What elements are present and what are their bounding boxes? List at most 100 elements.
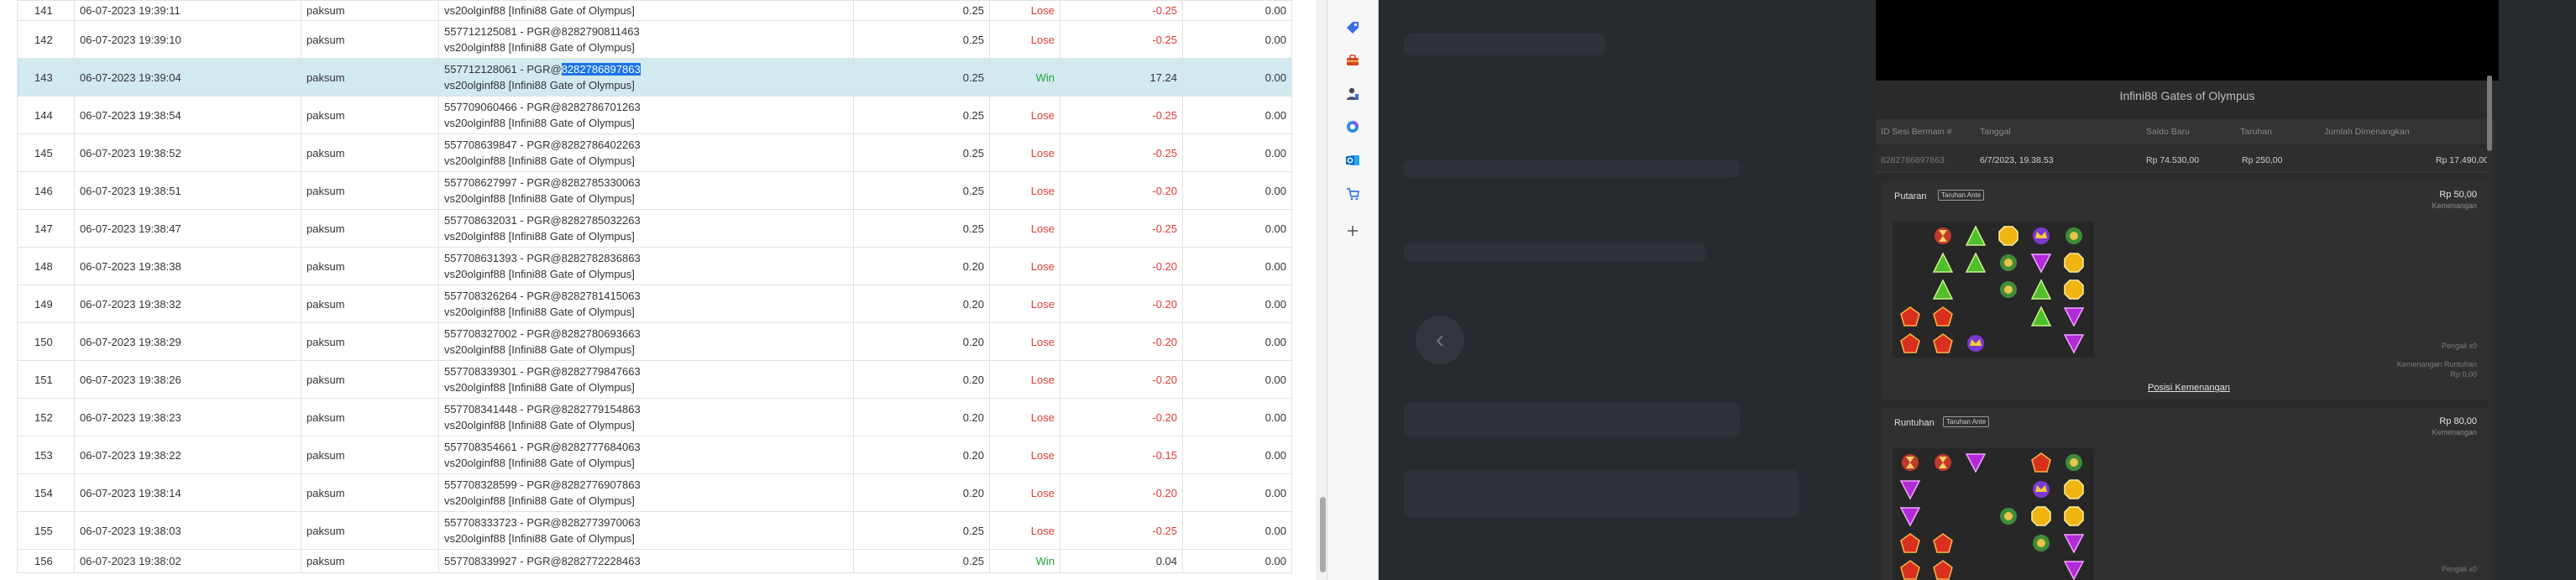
add-icon[interactable]: [1343, 222, 1362, 240]
row-description[interactable]: 557708631393 - PGR@8282782836863 vs20olgi…: [438, 247, 854, 285]
table-row[interactable]: 141 06-07-2023 19:39:11 paksum vs20olginf88…: [17, 0, 1292, 21]
blurred-background-block: [1404, 403, 1740, 436]
row-description[interactable]: vs20olginf88 [Infini88 Gate of Olympus]: [438, 0, 854, 21]
table-row[interactable]: 142 06-07-2023 19:39:10 paksum 557712125081…: [17, 20, 1292, 59]
ante-bet-badge: Taruhan Ante: [1938, 190, 1985, 201]
row-bet: 0.25: [853, 133, 990, 172]
row-bet: 0.25: [853, 58, 990, 97]
row-username: paksum: [301, 322, 439, 361]
table-row[interactable]: 148 06-07-2023 19:38:38 paksum 557708631393…: [17, 247, 1292, 285]
gem-symbol-icon: [1930, 557, 1956, 580]
row-description[interactable]: 557708639847 - PGR@8282786402263 vs20olgi…: [438, 133, 854, 172]
tx-id-line: 557708632031 - PGR@8282785032263: [444, 214, 641, 227]
table-scrollbar-thumb[interactable]: [1320, 497, 1326, 572]
row-bet: 0.25: [853, 20, 990, 59]
gem-symbol-icon: [1996, 504, 2021, 529]
row-bet: 0.25: [853, 171, 990, 210]
gem-symbol-icon: [1898, 331, 1923, 356]
column-date: Tanggal: [1980, 127, 2011, 137]
row-number: 153: [17, 436, 75, 474]
row-date: 06-07-2023 19:38:47: [74, 209, 301, 248]
row-win-loss: -0.25: [1060, 511, 1183, 550]
row-balance: 0.00: [1182, 473, 1292, 512]
row-bet: 0.25: [853, 511, 990, 550]
table-row[interactable]: 151 06-07-2023 19:38:26 paksum 557708339301…: [17, 360, 1292, 399]
game-name-line: vs20olginf88 [Infini88 Gate of Olympus]: [444, 419, 635, 431]
modal-scrollbar-thumb[interactable]: [2487, 76, 2492, 151]
row-description[interactable]: 557709060466 - PGR@8282786701263 vs20olgi…: [438, 96, 854, 134]
table-scrollbar[interactable]: [1317, 0, 1327, 580]
table-row[interactable]: 153 06-07-2023 19:38:22 paksum 557708354661…: [17, 436, 1292, 474]
game-name-line: vs20olginf88 [Infini88 Gate of Olympus]: [444, 494, 635, 507]
gem-symbol-icon: [2029, 504, 2054, 529]
row-date: 06-07-2023 19:38:29: [74, 322, 301, 361]
tx-id-line: 557708639847 - PGR@8282786402263: [444, 138, 641, 151]
table-row[interactable]: 143 06-07-2023 19:39:04 paksum 557712128061…: [17, 58, 1292, 97]
tx-id-line: 557712125081 - PGR@8282790811463: [444, 25, 640, 38]
game-name-line: vs20olginf88 [Infini88 Gate of Olympus]: [444, 343, 635, 356]
toolbox-icon[interactable]: [1343, 51, 1362, 70]
symbol-grid: [1893, 448, 2094, 580]
table-row[interactable]: 156 06-07-2023 19:38:02 paksum 557708339927…: [17, 549, 1292, 573]
tx-id-line: 557712128061 - PGR@8282786897863: [444, 61, 848, 77]
previous-button[interactable]: ‹: [1416, 316, 1464, 364]
table-row[interactable]: 147 06-07-2023 19:38:47 paksum 557708632031…: [17, 209, 1292, 248]
gem-symbol-icon: [1996, 250, 2021, 275]
round-win-label: Kemenangan: [2432, 201, 2477, 210]
multiplier-note: Pengali x0: [2441, 565, 2477, 573]
gem-symbol-icon: [1996, 277, 2021, 302]
row-description[interactable]: 557708327002 - PGR@8282780693663 vs20olgi…: [438, 322, 854, 361]
row-description[interactable]: 557708339301 - PGR@8282779847663 vs20olgi…: [438, 360, 854, 399]
tx-id-line: 557708627997 - PGR@8282785330063: [444, 176, 641, 189]
gem-symbol-icon: [1898, 304, 1923, 329]
row-description[interactable]: 557708328599 - PGR@8282776907863 vs20olgi…: [438, 473, 854, 512]
table-row[interactable]: 144 06-07-2023 19:38:54 paksum 557709060466…: [17, 96, 1292, 134]
gem-symbol-icon: [1898, 557, 1923, 580]
modal-scrollbar[interactable]: [2487, 76, 2492, 580]
row-win-loss: -0.20: [1060, 473, 1183, 512]
row-description[interactable]: 557708339927 - PGR@8282772228463: [438, 549, 854, 573]
user-chess-icon[interactable]: [1343, 85, 1362, 103]
shopping-icon[interactable]: [1343, 185, 1362, 203]
row-number: 149: [17, 285, 75, 323]
table-row[interactable]: 154 06-07-2023 19:38:14 paksum 557708328599…: [17, 473, 1292, 512]
date-value: 6/7/2023, 19.38.53: [1980, 155, 2054, 165]
winning-positions-link[interactable]: Posisi Kemenangan: [2148, 383, 2230, 393]
row-result: Lose: [989, 360, 1060, 399]
table-row[interactable]: 152 06-07-2023 19:38:23 paksum 557708341448…: [17, 398, 1292, 436]
row-description[interactable]: 557708333723 - PGR@8282773970063 vs20olgi…: [438, 511, 854, 550]
outlook-icon[interactable]: [1343, 151, 1362, 170]
tag-icon[interactable]: [1343, 18, 1362, 37]
row-bet: 0.20: [853, 247, 990, 285]
tx-id-line: 557709060466 - PGR@8282786701263: [444, 101, 641, 113]
tumble-win-value: Rp 0,00: [2450, 370, 2477, 379]
row-date: 06-07-2023 19:38:52: [74, 133, 301, 172]
row-date: 06-07-2023 19:38:26: [74, 360, 301, 399]
gem-symbol-icon: [2061, 504, 2086, 529]
row-description[interactable]: 557708341448 - PGR@8282779154863 vs20olgi…: [438, 398, 854, 436]
row-win-loss: -0.25: [1060, 20, 1183, 59]
row-description[interactable]: 557708627997 - PGR@8282785330063 vs20olgi…: [438, 171, 854, 210]
game-name-line: vs20olginf88 [Infini88 Gate of Olympus]: [444, 381, 635, 394]
row-description[interactable]: 557708326264 - PGR@8282781415063 vs20olgi…: [438, 285, 854, 323]
table-row[interactable]: 150 06-07-2023 19:38:29 paksum 557708327002…: [17, 322, 1292, 361]
row-date: 06-07-2023 19:38:38: [74, 247, 301, 285]
game-name-line: vs20olginf88 [Infini88 Gate of Olympus]: [444, 230, 635, 243]
table-row[interactable]: 149 06-07-2023 19:38:32 paksum 557708326264…: [17, 285, 1292, 323]
copilot-icon[interactable]: [1343, 118, 1362, 136]
row-username: paksum: [301, 549, 439, 573]
gem-symbol-icon: [1898, 504, 1923, 529]
table-row[interactable]: 146 06-07-2023 19:38:51 paksum 557708627997…: [17, 171, 1292, 210]
gem-symbol-icon: [2061, 277, 2086, 302]
row-balance: 0.00: [1182, 209, 1292, 248]
row-balance: 0.00: [1182, 511, 1292, 550]
row-description[interactable]: 557708632031 - PGR@8282785032263 vs20olgi…: [438, 209, 854, 248]
row-description[interactable]: 557712128061 - PGR@8282786897863 vs20olgi…: [438, 58, 854, 97]
row-description[interactable]: 557712125081 - PGR@8282790811463 vs20olgi…: [438, 20, 854, 59]
row-bet: 0.25: [853, 209, 990, 248]
row-date: 06-07-2023 19:39:10: [74, 20, 301, 59]
row-description[interactable]: 557708354661 - PGR@8282777684063 vs20olgi…: [438, 436, 854, 474]
table-row[interactable]: 145 06-07-2023 19:38:52 paksum 557708639847…: [17, 133, 1292, 172]
table-row[interactable]: 155 06-07-2023 19:38:03 paksum 557708333723…: [17, 511, 1292, 550]
row-username: paksum: [301, 58, 439, 97]
